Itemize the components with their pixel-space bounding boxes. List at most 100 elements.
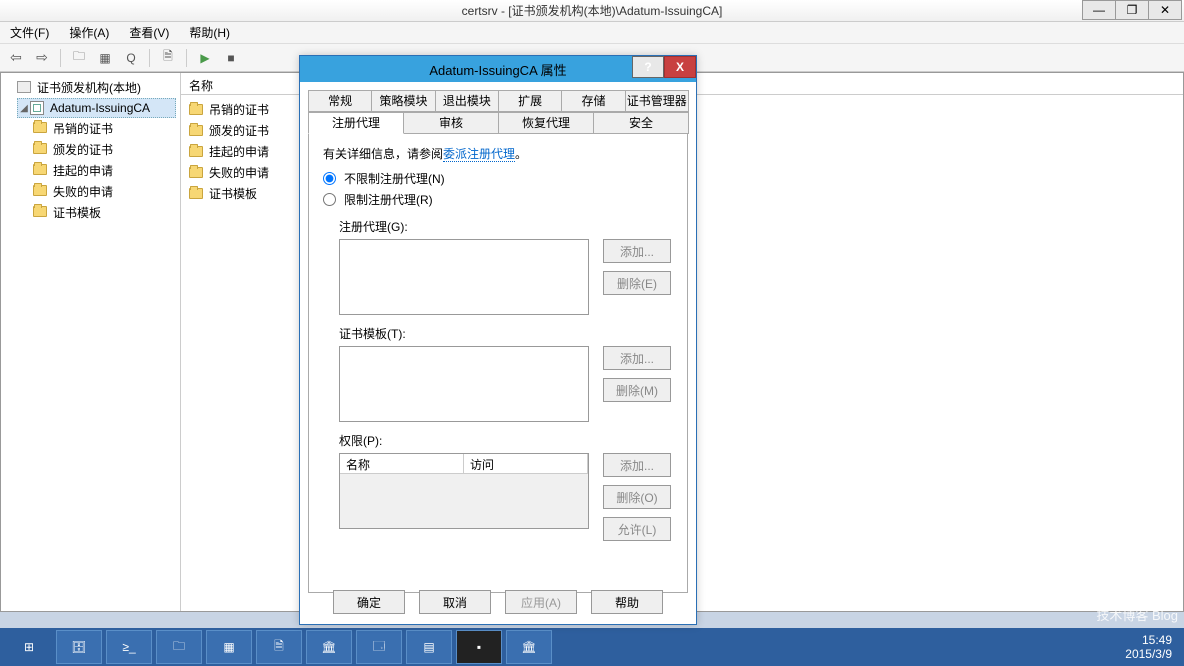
task-app5[interactable]: ▤: [406, 630, 452, 664]
folder-icon: [33, 143, 47, 154]
agents-remove-button[interactable]: 删除(E): [603, 271, 671, 295]
tree-item-failed[interactable]: 失败的申请: [33, 181, 176, 202]
refresh-button[interactable]: 🗎: [158, 48, 178, 68]
tab-extensions[interactable]: 扩展: [498, 90, 562, 112]
perms-add-button[interactable]: 添加...: [603, 453, 671, 477]
radio-restrict[interactable]: 限制注册代理(R): [323, 191, 673, 208]
start-button[interactable]: ⊞: [6, 630, 52, 664]
perms-table[interactable]: 名称 访问: [339, 453, 589, 529]
info-prefix: 有关详细信息，请参阅: [323, 147, 443, 161]
tab-exit[interactable]: 退出模块: [435, 90, 499, 112]
templates-add-button[interactable]: 添加...: [603, 346, 671, 370]
collapse-icon[interactable]: ◢: [18, 103, 30, 114]
dialog-controls: ? X: [632, 56, 696, 80]
task-app2[interactable]: 🗎: [256, 630, 302, 664]
task-explorer[interactable]: 🗀: [156, 630, 202, 664]
minimize-button[interactable]: —: [1082, 0, 1116, 20]
task-server-manager[interactable]: 🗄: [56, 630, 102, 664]
radio-label: 限制注册代理(R): [344, 191, 433, 208]
tab-auditing[interactable]: 审核: [403, 112, 499, 134]
tree-item-label: 证书模板: [53, 204, 101, 221]
server-icon: [17, 81, 33, 95]
apply-button[interactable]: 应用(A): [505, 590, 577, 614]
dialog-footer: 确定 取消 应用(A) 帮助: [300, 590, 696, 614]
list-item-label: 失败的申请: [209, 164, 269, 181]
list-item-label: 吊销的证书: [209, 101, 269, 118]
up-button[interactable]: 🗀: [69, 48, 89, 68]
tree-root[interactable]: 证书颁发机构(本地): [5, 77, 176, 98]
tab-policy[interactable]: 策略模块: [371, 90, 435, 112]
templates-listbox[interactable]: [339, 346, 589, 422]
window-title: certsrv - [证书颁发机构(本地)\Adatum-IssuingCA]: [0, 2, 1184, 19]
cancel-button[interactable]: 取消: [419, 590, 491, 614]
tab-security[interactable]: 安全: [593, 112, 689, 134]
perms-label: 权限(P):: [339, 432, 673, 449]
separator: [149, 49, 150, 67]
menu-file[interactable]: 文件(F): [6, 22, 53, 43]
tree-item-revoked[interactable]: 吊销的证书: [33, 118, 176, 139]
radio-restrict-input[interactable]: [323, 193, 336, 206]
agents-add-button[interactable]: 添加...: [603, 239, 671, 263]
folder-icon: [189, 125, 203, 136]
folder-icon: [33, 164, 47, 175]
tab-storage[interactable]: 存储: [561, 90, 625, 112]
tree-pane: 证书颁发机构(本地) ◢ Adatum-IssuingCA 吊销的证书 颁发的证…: [1, 73, 181, 611]
folder-icon: [33, 185, 47, 196]
tab-strip: 常规 策略模块 退出模块 扩展 存储 证书管理器 注册代理 审核 恢复代理 安全: [308, 90, 688, 134]
properties-button[interactable]: ▦: [95, 48, 115, 68]
menu-action[interactable]: 操作(A): [65, 22, 113, 43]
info-link[interactable]: 委派注册代理: [443, 147, 515, 162]
maximize-button[interactable]: ❐: [1115, 0, 1149, 20]
task-powershell[interactable]: ≥_: [106, 630, 152, 664]
tab-cert-managers[interactable]: 证书管理器: [625, 90, 689, 112]
tab-recovery-agents[interactable]: 恢复代理: [498, 112, 594, 134]
delete-button[interactable]: Q: [121, 48, 141, 68]
window-titlebar: certsrv - [证书颁发机构(本地)\Adatum-IssuingCA] …: [0, 0, 1184, 22]
folder-icon: [189, 146, 203, 157]
separator: [60, 49, 61, 67]
tree-item-label: 吊销的证书: [53, 120, 113, 137]
task-app1[interactable]: ▦: [206, 630, 252, 664]
col-access[interactable]: 访问: [464, 454, 588, 473]
agents-row: 添加... 删除(E): [339, 239, 673, 315]
dialog-close-button[interactable]: X: [664, 56, 696, 78]
tab-general[interactable]: 常规: [308, 90, 372, 112]
tree-item-issued[interactable]: 颁发的证书: [33, 139, 176, 160]
close-button[interactable]: ✕: [1148, 0, 1182, 20]
watermark: 51CTO.com 技术博客 Blog: [1056, 579, 1178, 624]
radio-no-restrict[interactable]: 不限制注册代理(N): [323, 170, 673, 187]
menu-help[interactable]: 帮助(H): [185, 22, 234, 43]
agents-label: 注册代理(G):: [339, 218, 673, 235]
task-app3[interactable]: 🏛: [306, 630, 352, 664]
tree-ca-node[interactable]: ◢ Adatum-IssuingCA: [17, 98, 176, 118]
perms-allow-button[interactable]: 允许(L): [603, 517, 671, 541]
radio-label: 不限制注册代理(N): [344, 170, 445, 187]
ok-button[interactable]: 确定: [333, 590, 405, 614]
tree-item-label: 颁发的证书: [53, 141, 113, 158]
help-button[interactable]: 帮助: [591, 590, 663, 614]
col-name[interactable]: 名称: [340, 454, 464, 473]
forward-button[interactable]: ⇨: [32, 48, 52, 68]
radio-no-restrict-input[interactable]: [323, 172, 336, 185]
tab-enrollment-agents[interactable]: 注册代理: [308, 112, 404, 134]
list-item-label: 挂起的申请: [209, 143, 269, 160]
stop-button[interactable]: ■: [221, 48, 241, 68]
templates-remove-button[interactable]: 删除(M): [603, 378, 671, 402]
system-tray[interactable]: 15:49 2015/3/9: [1125, 633, 1180, 661]
tree-ca-label: Adatum-IssuingCA: [50, 101, 150, 115]
menu-view[interactable]: 查看(V): [125, 22, 173, 43]
play-button[interactable]: ▶: [195, 48, 215, 68]
tree-item-templates[interactable]: 证书模板: [33, 202, 176, 223]
properties-dialog: Adatum-IssuingCA 属性 ? X 常规 策略模块 退出模块 扩展 …: [299, 55, 697, 625]
tree-item-pending[interactable]: 挂起的申请: [33, 160, 176, 181]
back-button[interactable]: ⇦: [6, 48, 26, 68]
agents-listbox[interactable]: [339, 239, 589, 315]
dialog-help-button[interactable]: ?: [632, 56, 664, 78]
task-certsrv[interactable]: 🏛: [506, 630, 552, 664]
task-app4[interactable]: 🗔: [356, 630, 402, 664]
folder-icon: [33, 206, 47, 217]
templates-label: 证书模板(T):: [339, 325, 673, 342]
dialog-titlebar[interactable]: Adatum-IssuingCA 属性 ? X: [300, 56, 696, 82]
perms-remove-button[interactable]: 删除(O): [603, 485, 671, 509]
task-cmd[interactable]: ▪: [456, 630, 502, 664]
